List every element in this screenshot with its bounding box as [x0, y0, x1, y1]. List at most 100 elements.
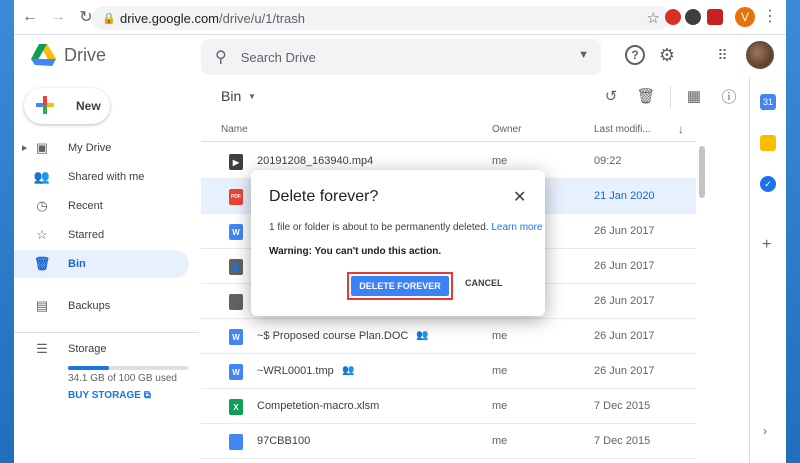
sidebar-item-label: Shared with me	[68, 171, 145, 183]
chevron-right-icon[interactable]: ›	[763, 424, 767, 438]
apps-grid-icon[interactable]: ⠿	[712, 45, 732, 65]
delete-forever-icon[interactable]: 🗑	[636, 86, 656, 106]
file-modified-date: 21 Jan 2020	[594, 190, 655, 202]
star-icon: ☆	[36, 227, 48, 242]
sidebar: New ▶ ▣ My Drive 👥 Shared with me ◷ Rece…	[14, 78, 199, 463]
file-modified-date: 26 Jun 2017	[594, 295, 655, 307]
storage-progress-fill	[68, 366, 109, 370]
search-icon[interactable]: ⚲	[215, 47, 227, 67]
column-header-owner[interactable]: Owner	[492, 124, 521, 135]
page-title[interactable]: Bin	[221, 88, 241, 104]
table-row[interactable]: W ~WRL0001.tmp 👥 me 26 Jun 2017	[201, 354, 696, 389]
plus-icon	[36, 96, 54, 114]
account-avatar[interactable]	[746, 41, 774, 69]
search-box[interactable]: ⚲ Search Drive ▼	[201, 39, 601, 75]
browser-window: ← → ↻ 🔒 drive.google.com/drive/u/1/trash…	[14, 0, 786, 463]
table-row[interactable]: X Competetion-macro.xlsm me 7 Dec 2015	[201, 389, 696, 424]
add-addon-icon[interactable]: +	[762, 236, 771, 254]
bookmark-star-icon[interactable]: ☆	[647, 9, 660, 27]
desktop-background-right	[786, 0, 800, 463]
file-name: 97CBB100	[257, 435, 311, 447]
buy-storage-link[interactable]: BUY STORAGE ⧉	[68, 390, 151, 401]
extension-icon-2[interactable]	[685, 9, 701, 25]
expand-arrow-icon[interactable]: ▶	[22, 144, 27, 152]
file-owner: me	[492, 330, 508, 342]
table-row[interactable]: 97CBB100 me 7 Dec 2015	[201, 424, 696, 459]
sidebar-item-bin[interactable]: 🗑 Bin	[14, 250, 189, 278]
file-modified-date: 26 Jun 2017	[594, 260, 655, 272]
sidebar-item-recent[interactable]: ◷ Recent	[14, 192, 189, 220]
file-modified-date: 7 Dec 2015	[594, 400, 651, 412]
delete-forever-button[interactable]: DELETE FOREVER	[351, 276, 449, 296]
file-name: ~$ Proposed course Plan.DOC	[257, 330, 409, 342]
sort-arrow-icon[interactable]: ↓	[678, 122, 684, 136]
browser-profile-avatar[interactable]: V	[735, 7, 755, 27]
scrollbar[interactable]	[699, 146, 705, 198]
chevron-down-icon[interactable]: ▼	[248, 92, 256, 101]
file-modified-date: 7 Dec 2015	[594, 435, 651, 447]
tasks-icon[interactable]: ✓	[760, 176, 776, 192]
toolbar-divider	[670, 86, 671, 108]
restore-icon[interactable]: ↺	[601, 86, 621, 106]
excel-file-icon: X	[229, 399, 243, 415]
sidebar-item-shared-with-me[interactable]: 👥 Shared with me	[14, 163, 189, 191]
forward-icon[interactable]: →	[46, 5, 70, 29]
file-owner: me	[492, 400, 508, 412]
help-icon[interactable]: ?	[625, 45, 645, 65]
file-modified-date: 09:22	[594, 155, 622, 167]
settings-gear-icon[interactable]: ⚙	[657, 45, 677, 65]
sidebar-item-label: Backups	[68, 300, 111, 312]
pdf-file-icon: PDF	[229, 189, 243, 205]
new-button[interactable]: New	[24, 88, 110, 124]
file-modified-date: 26 Jun 2017	[594, 330, 655, 342]
shared-icon: 👥	[416, 330, 429, 341]
cancel-button[interactable]: CANCEL	[465, 278, 503, 288]
file-name: ~WRL0001.tmp	[257, 365, 334, 377]
word-file-icon: W	[229, 364, 243, 380]
storage-progress-bar	[68, 366, 188, 370]
file-owner: me	[492, 435, 508, 447]
grid-view-icon[interactable]: ▦	[684, 86, 704, 106]
browser-toolbar: ← → ↻ 🔒 drive.google.com/drive/u/1/trash…	[14, 0, 786, 35]
shared-icon: 👥	[342, 365, 355, 376]
dialog-title: Delete forever?	[269, 188, 379, 205]
search-options-icon[interactable]: ▼	[578, 49, 589, 61]
delete-forever-dialog: Delete forever? ✕ 1 file or folder is ab…	[251, 170, 545, 316]
back-icon[interactable]: ←	[18, 5, 42, 29]
info-icon[interactable]: ⓘ	[719, 86, 739, 106]
column-header-name[interactable]: Name	[221, 124, 248, 135]
word-file-icon: W	[229, 224, 243, 240]
sidebar-item-backups[interactable]: ▤ Backups	[14, 292, 189, 320]
file-owner: me	[492, 365, 508, 377]
trash-icon: 🗑	[33, 256, 51, 271]
search-input[interactable]: Search Drive	[241, 50, 316, 65]
side-panel: 31 ✓ + ›	[749, 78, 786, 463]
drive-header: Drive ⚲ Search Drive ▼ ? ⚙ ⠿	[14, 35, 786, 78]
sidebar-item-storage[interactable]: ☰ Storage	[14, 335, 189, 363]
close-icon[interactable]: ✕	[513, 187, 526, 207]
address-bar[interactable]: 🔒 drive.google.com/drive/u/1/trash ☆	[92, 6, 670, 30]
doc-file-icon	[229, 434, 243, 450]
sidebar-item-my-drive[interactable]: ▶ ▣ My Drive	[14, 134, 189, 162]
sidebar-item-label: Storage	[68, 343, 107, 355]
sidebar-item-starred[interactable]: ☆ Starred	[14, 221, 189, 249]
column-header-last-modified[interactable]: Last modifi...	[594, 124, 651, 135]
table-row[interactable]: W ~$ Proposed course Plan.DOC 👥 me 26 Jun 20…	[201, 319, 696, 354]
people-icon: 👥	[33, 169, 51, 184]
calendar-icon[interactable]: 31	[760, 94, 776, 110]
dialog-warning: Warning: You can't undo this action.	[269, 246, 442, 257]
clock-icon: ◷	[36, 198, 48, 213]
my-drive-icon: ▣	[35, 140, 49, 155]
keep-icon[interactable]	[760, 135, 776, 151]
folder-file-icon	[229, 294, 243, 310]
extension-icon-1[interactable]	[665, 9, 681, 25]
url-host: drive.google.com	[120, 10, 219, 26]
learn-more-link[interactable]: Learn more	[491, 222, 542, 233]
browser-menu-icon[interactable]: ⋮	[762, 7, 778, 27]
new-button-label: New	[76, 99, 101, 113]
extension-icon-3[interactable]	[707, 9, 723, 25]
list-header: Name Owner Last modifi... ↓	[201, 118, 696, 142]
backup-icon: ▤	[35, 298, 49, 313]
sidebar-item-label: My Drive	[68, 142, 112, 154]
file-owner: me	[492, 155, 508, 167]
